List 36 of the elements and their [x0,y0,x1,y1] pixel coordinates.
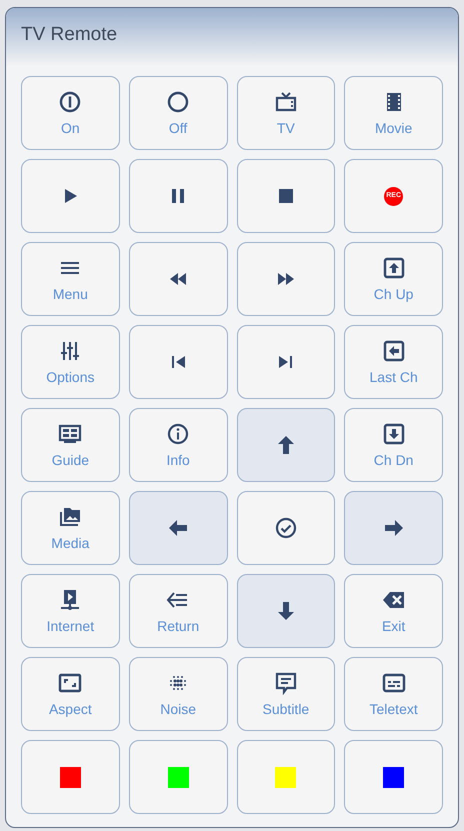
remote-button[interactable]: Media [21,491,120,565]
remote-button[interactable]: Movie [344,76,443,150]
remote-button[interactable]: Subtitle [236,657,336,731]
remote-button[interactable]: Ch Up [344,242,443,316]
up-arrow-box-icon [382,256,406,280]
subtitles-icon [382,671,406,695]
remote-button[interactable]: Info [128,408,228,482]
remote-button[interactable]: Options [21,325,120,399]
remote-button[interactable]: Return [128,574,228,648]
info-icon [166,422,190,446]
remote-button[interactable]: Noise [128,657,228,731]
remote-button[interactable]: Exit [344,574,443,648]
remote-button[interactable]: Ch Dn [344,408,443,482]
check-circle-icon [274,516,298,540]
remote-button[interactable]: Internet [21,574,120,648]
remote-button[interactable]: Menu [21,242,120,316]
remote-button[interactable] [21,740,120,814]
remote-button[interactable] [236,159,336,233]
remote-button[interactable]: TV [236,76,336,150]
card-title: TV Remote [21,24,118,45]
left-arrow-box-icon [382,339,406,363]
speech-bubble-icon [274,671,298,695]
power-icon [58,90,82,114]
remote-button[interactable]: Guide [21,408,120,482]
guide-icon [58,422,82,446]
down-arrow-box-icon [382,422,406,446]
remote-button[interactable]: Teletext [344,657,443,731]
remote-button[interactable]: Last Ch [344,325,443,399]
remote-button[interactable]: On [21,76,120,150]
tv-icon [274,90,298,114]
remote-button[interactable] [344,740,443,814]
circle-icon [166,90,190,114]
remote-button[interactable]: Off [128,76,228,150]
images-icon [58,505,82,529]
aspect-icon [58,671,82,695]
remote-button[interactable]: Aspect [21,657,120,731]
